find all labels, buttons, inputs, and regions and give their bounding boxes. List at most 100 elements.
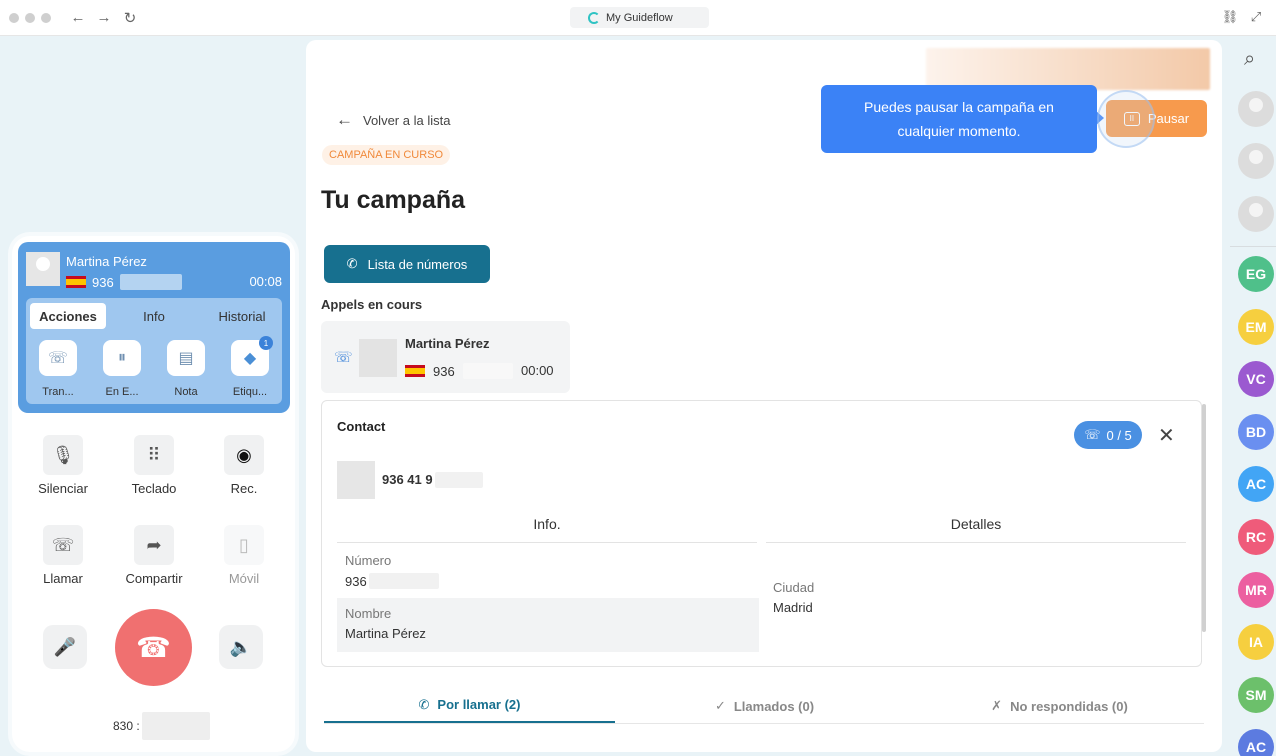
- sidebar-divider: [1230, 246, 1276, 247]
- record-label: Rec.: [230, 481, 258, 496]
- microphone-button[interactable]: 🎤: [43, 625, 87, 669]
- tab-info[interactable]: Info: [124, 303, 184, 329]
- ongoing-call-time: 00:00: [521, 363, 554, 378]
- expand-icon[interactable]: ⤢: [1247, 9, 1265, 25]
- redacted-header: [926, 48, 1210, 90]
- call-tabs-box: Acciones Info Historial ☏ Tran... ⏸ En E…: [26, 298, 282, 404]
- back-to-list-link[interactable]: ← Volver a la lista: [336, 110, 450, 130]
- details-divider: [766, 542, 1186, 543]
- tabs-divider: [324, 723, 1204, 724]
- caller-number: 936: [66, 274, 182, 290]
- call-attempts-counter[interactable]: ☏ 0 / 5: [1074, 421, 1142, 449]
- numero-field: Número 936: [337, 545, 759, 597]
- forward-arrow-icon[interactable]: →: [95, 9, 113, 26]
- nombre-value: Martina Pérez: [345, 626, 426, 641]
- details-column-header: Detalles: [950, 516, 1002, 532]
- transfer-label: Tran...: [42, 386, 74, 398]
- user-avatar-mr[interactable]: MR: [1238, 571, 1274, 608]
- caller-avatar: [26, 252, 60, 286]
- call-duration: 00:08: [249, 274, 282, 289]
- user-avatar-vc[interactable]: VC: [1238, 361, 1274, 398]
- redacted-number: [119, 274, 182, 290]
- user-avatar-ac[interactable]: AC: [1238, 729, 1274, 756]
- hang-up-button[interactable]: ☎: [115, 609, 192, 686]
- user-avatar-placeholder[interactable]: [1238, 196, 1274, 232]
- record-button[interactable]: ◉: [224, 435, 264, 475]
- speaker-button[interactable]: 🔈: [219, 625, 263, 669]
- add-call-button[interactable]: ☏: [43, 525, 83, 565]
- user-avatar-sm[interactable]: SM: [1238, 676, 1274, 713]
- ciudad-field: Ciudad Madrid: [765, 572, 1185, 623]
- microphone-icon: 🎤: [53, 636, 77, 657]
- user-avatar-ia[interactable]: IA: [1238, 624, 1274, 661]
- redacted-number: [368, 573, 439, 589]
- reload-icon[interactable]: ↻: [121, 9, 139, 27]
- phone-icon: ✆: [418, 696, 430, 712]
- share-button[interactable]: ➦: [134, 525, 174, 565]
- window-minimize-dot[interactable]: [25, 13, 35, 23]
- ciudad-value: Madrid: [773, 600, 813, 615]
- keypad-label: Teclado: [131, 481, 177, 496]
- contact-heading: Contact: [337, 419, 386, 434]
- tag-count-badge: 1: [259, 336, 273, 350]
- campaign-status-badge: CAMPAÑA EN CURSO: [322, 145, 451, 165]
- share-icon: ➦: [146, 534, 162, 555]
- search-icon[interactable]: ⌕: [1244, 48, 1255, 71]
- mobile-label: Móvil: [228, 571, 260, 586]
- note-button[interactable]: ▤: [167, 340, 205, 376]
- caller-avatar: [359, 339, 397, 377]
- mobile-button[interactable]: ▯: [224, 525, 264, 565]
- contact-scrollbar[interactable]: [1202, 404, 1206, 632]
- spain-flag-icon: [405, 365, 425, 377]
- transfer-button[interactable]: ☏: [39, 340, 77, 376]
- highlight-pulse: [1097, 90, 1155, 148]
- tag-button[interactable]: ◆ 1: [231, 336, 273, 376]
- note-label: Nota: [174, 386, 198, 398]
- keypad-button[interactable]: ⠿: [134, 435, 174, 475]
- mute-button[interactable]: 🎙: [43, 435, 83, 475]
- close-icon[interactable]: ✕: [1158, 423, 1175, 448]
- hang-up-icon: ☎: [136, 632, 171, 663]
- note-icon: ▤: [178, 350, 194, 367]
- check-circle-icon: ✓: [714, 698, 726, 713]
- ongoing-caller-name: Martina Pérez: [405, 336, 490, 351]
- tab-llamados[interactable]: ✓ Llamados (0): [619, 688, 910, 724]
- redacted-own-number: [141, 712, 210, 740]
- user-avatar-eg[interactable]: EG: [1238, 256, 1274, 292]
- tag-label: Etiqu...: [232, 386, 268, 398]
- hold-label: En E...: [105, 386, 139, 398]
- users-sidebar: ⌕ EG EM VC BD AC RC MR IA SM AC: [1230, 40, 1276, 756]
- guideflow-logo-icon: [588, 11, 600, 24]
- number-list-button[interactable]: ✆ Lista de números: [324, 245, 490, 283]
- tab-acciones[interactable]: Acciones: [30, 303, 106, 329]
- user-avatar-placeholder[interactable]: [1238, 143, 1274, 179]
- link-icon[interactable]: ⛓: [1221, 9, 1239, 25]
- mute-label: Silenciar: [38, 481, 88, 496]
- tab-historial[interactable]: Historial: [206, 303, 278, 329]
- user-avatar-ac[interactable]: AC: [1238, 466, 1274, 503]
- transfer-call-icon: ☏: [47, 350, 68, 367]
- call-status-tabs: ✆ Por llamar (2) ✓ Llamados (0) ✗ No res…: [324, 688, 1204, 724]
- softphone-panel: Martina Pérez 936 00:08 Acciones Info Hi…: [12, 236, 295, 752]
- info-divider: [337, 542, 757, 543]
- user-avatar-bd[interactable]: BD: [1238, 413, 1274, 450]
- ongoing-call-card[interactable]: ☏ Martina Pérez 936 00:00: [321, 321, 570, 393]
- phone-icon: ✆: [346, 256, 358, 271]
- ringing-icon: ☏: [334, 349, 353, 366]
- tab-no-respondidas[interactable]: ✗ No respondidas (0): [914, 688, 1205, 724]
- window-close-dot[interactable]: [9, 13, 19, 23]
- window-maximize-dot[interactable]: [41, 13, 51, 23]
- nombre-label: Nombre: [345, 606, 392, 621]
- address-bar[interactable]: My Guideflow: [570, 7, 709, 28]
- redacted-number: [462, 363, 513, 379]
- hold-button[interactable]: ⏸: [103, 340, 141, 376]
- user-avatar-placeholder[interactable]: [1238, 91, 1274, 127]
- add-call-label: Llamar: [43, 571, 83, 586]
- user-avatar-em[interactable]: EM: [1238, 308, 1274, 345]
- nombre-field: Nombre Martina Pérez: [337, 598, 759, 652]
- tab-por-llamar[interactable]: ✆ Por llamar (2): [324, 688, 615, 724]
- browser-toolbar: ← → ↻ My Guideflow ⛓ ⤢: [0, 0, 1276, 36]
- user-avatar-rc[interactable]: RC: [1238, 519, 1274, 555]
- own-number: 830 :: [113, 712, 210, 740]
- back-arrow-icon[interactable]: ←: [69, 9, 87, 26]
